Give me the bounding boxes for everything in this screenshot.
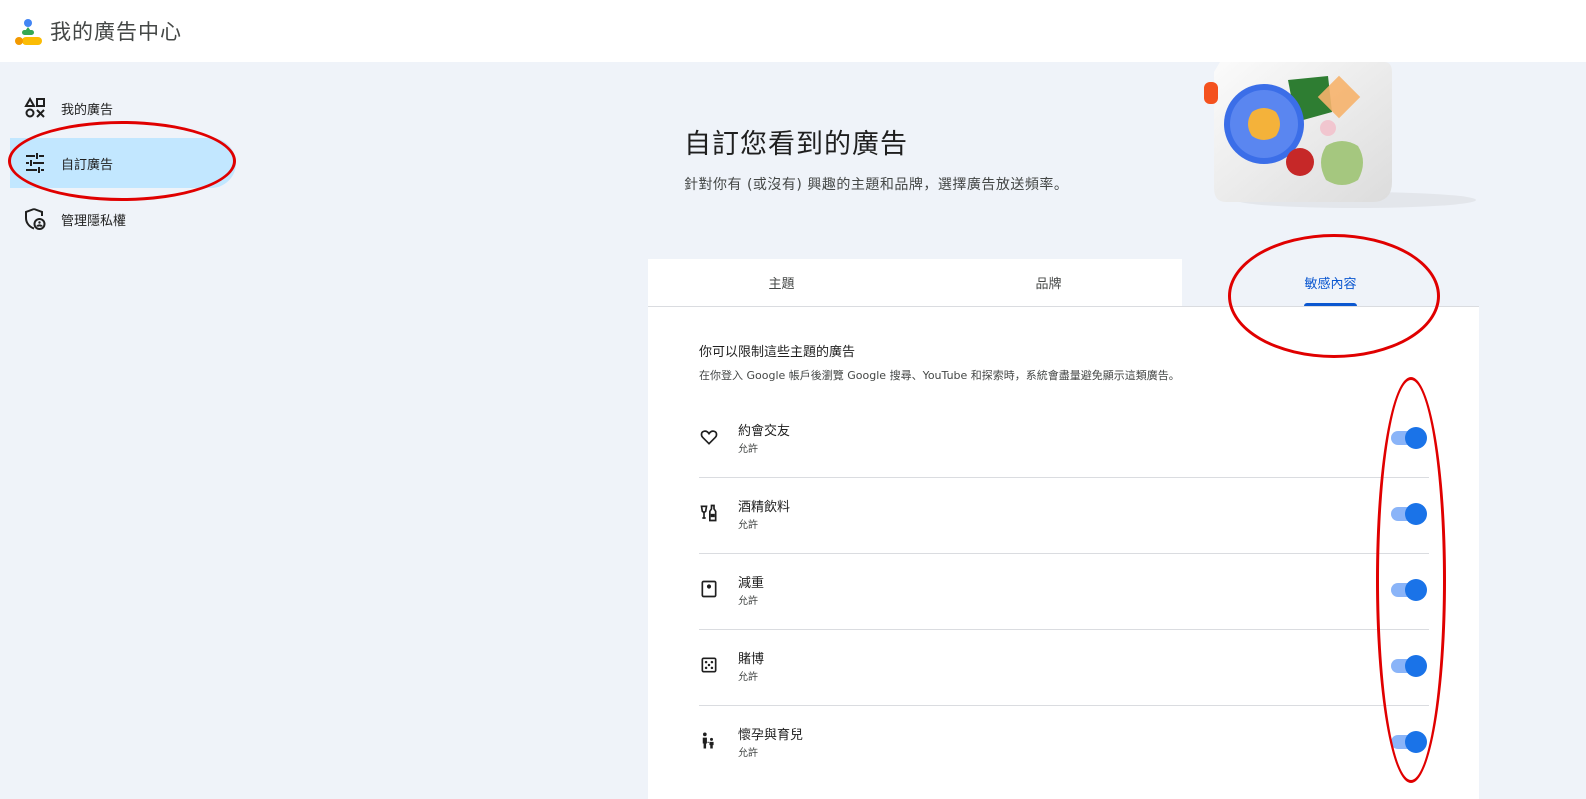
- privacy-shield-icon: [25, 208, 46, 230]
- tab-sensitive-content[interactable]: 敏感內容: [1182, 259, 1479, 306]
- heart-icon: [700, 430, 718, 445]
- sidebar-item-label: 自訂廣告: [61, 158, 114, 173]
- sidebar-item-customize-ads[interactable]: 自訂廣告: [10, 138, 236, 188]
- toggle-thumb: [1405, 655, 1427, 677]
- weight-loss-toggle[interactable]: [1389, 578, 1427, 602]
- liquor-icon: [700, 504, 717, 522]
- item-status: 允許: [738, 748, 758, 759]
- dice-icon: [701, 657, 717, 673]
- ads-center-logo-icon[interactable]: [14, 16, 44, 46]
- item-status: 允許: [738, 444, 758, 455]
- section-description: 在你登入 Google 帳戶後瀏覽 Google 搜尋、YouTube 和探索時…: [699, 369, 1180, 382]
- item-label: 懷孕與育兒: [738, 728, 804, 743]
- item-status: 允許: [738, 672, 758, 683]
- tab-brands[interactable]: 品牌: [915, 259, 1182, 306]
- alcohol-toggle[interactable]: [1389, 502, 1427, 526]
- toggle-thumb: [1405, 579, 1427, 601]
- list-item-alcohol[interactable]: 酒精飲料 允許: [699, 478, 1429, 554]
- item-status: 允許: [738, 520, 758, 531]
- tab-label: 品牌: [1035, 277, 1062, 292]
- item-label: 減重: [738, 576, 765, 591]
- tab-topics[interactable]: 主題: [648, 259, 915, 306]
- section-title: 你可以限制這些主題的廣告: [699, 345, 856, 360]
- item-label: 賭博: [738, 652, 765, 667]
- item-label: 約會交友: [738, 424, 791, 439]
- tab-label: 敏感內容: [1304, 277, 1357, 292]
- pregnancy-parenting-toggle[interactable]: [1389, 730, 1427, 754]
- toggle-thumb: [1405, 731, 1427, 753]
- tune-sliders-icon: [26, 153, 44, 173]
- item-label: 酒精飲料: [738, 500, 791, 515]
- list-item-dating[interactable]: 約會交友 允許: [699, 402, 1429, 478]
- hero-illustration: [1204, 62, 1476, 208]
- family-icon: [702, 732, 714, 749]
- list-item-pregnancy-parenting[interactable]: 懷孕與育兒 允許: [699, 706, 1429, 782]
- sidebar-item-my-ads[interactable]: 我的廣告: [10, 83, 236, 133]
- sidebar-item-manage-privacy[interactable]: 管理隱私權: [10, 194, 236, 244]
- gambling-toggle[interactable]: [1389, 654, 1427, 678]
- toggle-thumb: [1405, 427, 1427, 449]
- page-title: 自訂您看到的廣告: [684, 129, 908, 160]
- app-title: 我的廣告中心: [50, 20, 182, 44]
- tab-label: 主題: [768, 277, 795, 292]
- page-subtitle: 針對你有 (或沒有) 興趣的主題和品牌，選擇廣告放送頻率。: [684, 177, 1069, 193]
- tab-bar: 主題 品牌 敏感內容: [648, 259, 1479, 307]
- list-item-gambling[interactable]: 賭博 允許: [699, 630, 1429, 706]
- list-item-weight-loss[interactable]: 減重 允許: [699, 554, 1429, 630]
- sidebar-item-label: 管理隱私權: [61, 214, 127, 229]
- toggle-thumb: [1405, 503, 1427, 525]
- active-tab-indicator: [1304, 303, 1357, 306]
- sidebar-item-label: 我的廣告: [61, 103, 114, 118]
- scale-icon: [701, 580, 717, 598]
- top-bar: 我的廣告中心: [0, 0, 1586, 62]
- shapes-icon: [24, 96, 45, 118]
- settings-panel: 主題 品牌 敏感內容 你可以限制這些主題的廣告 在你登入 Google 帳戶後瀏…: [648, 259, 1479, 799]
- item-status: 允許: [738, 596, 758, 607]
- dating-toggle[interactable]: [1389, 426, 1427, 450]
